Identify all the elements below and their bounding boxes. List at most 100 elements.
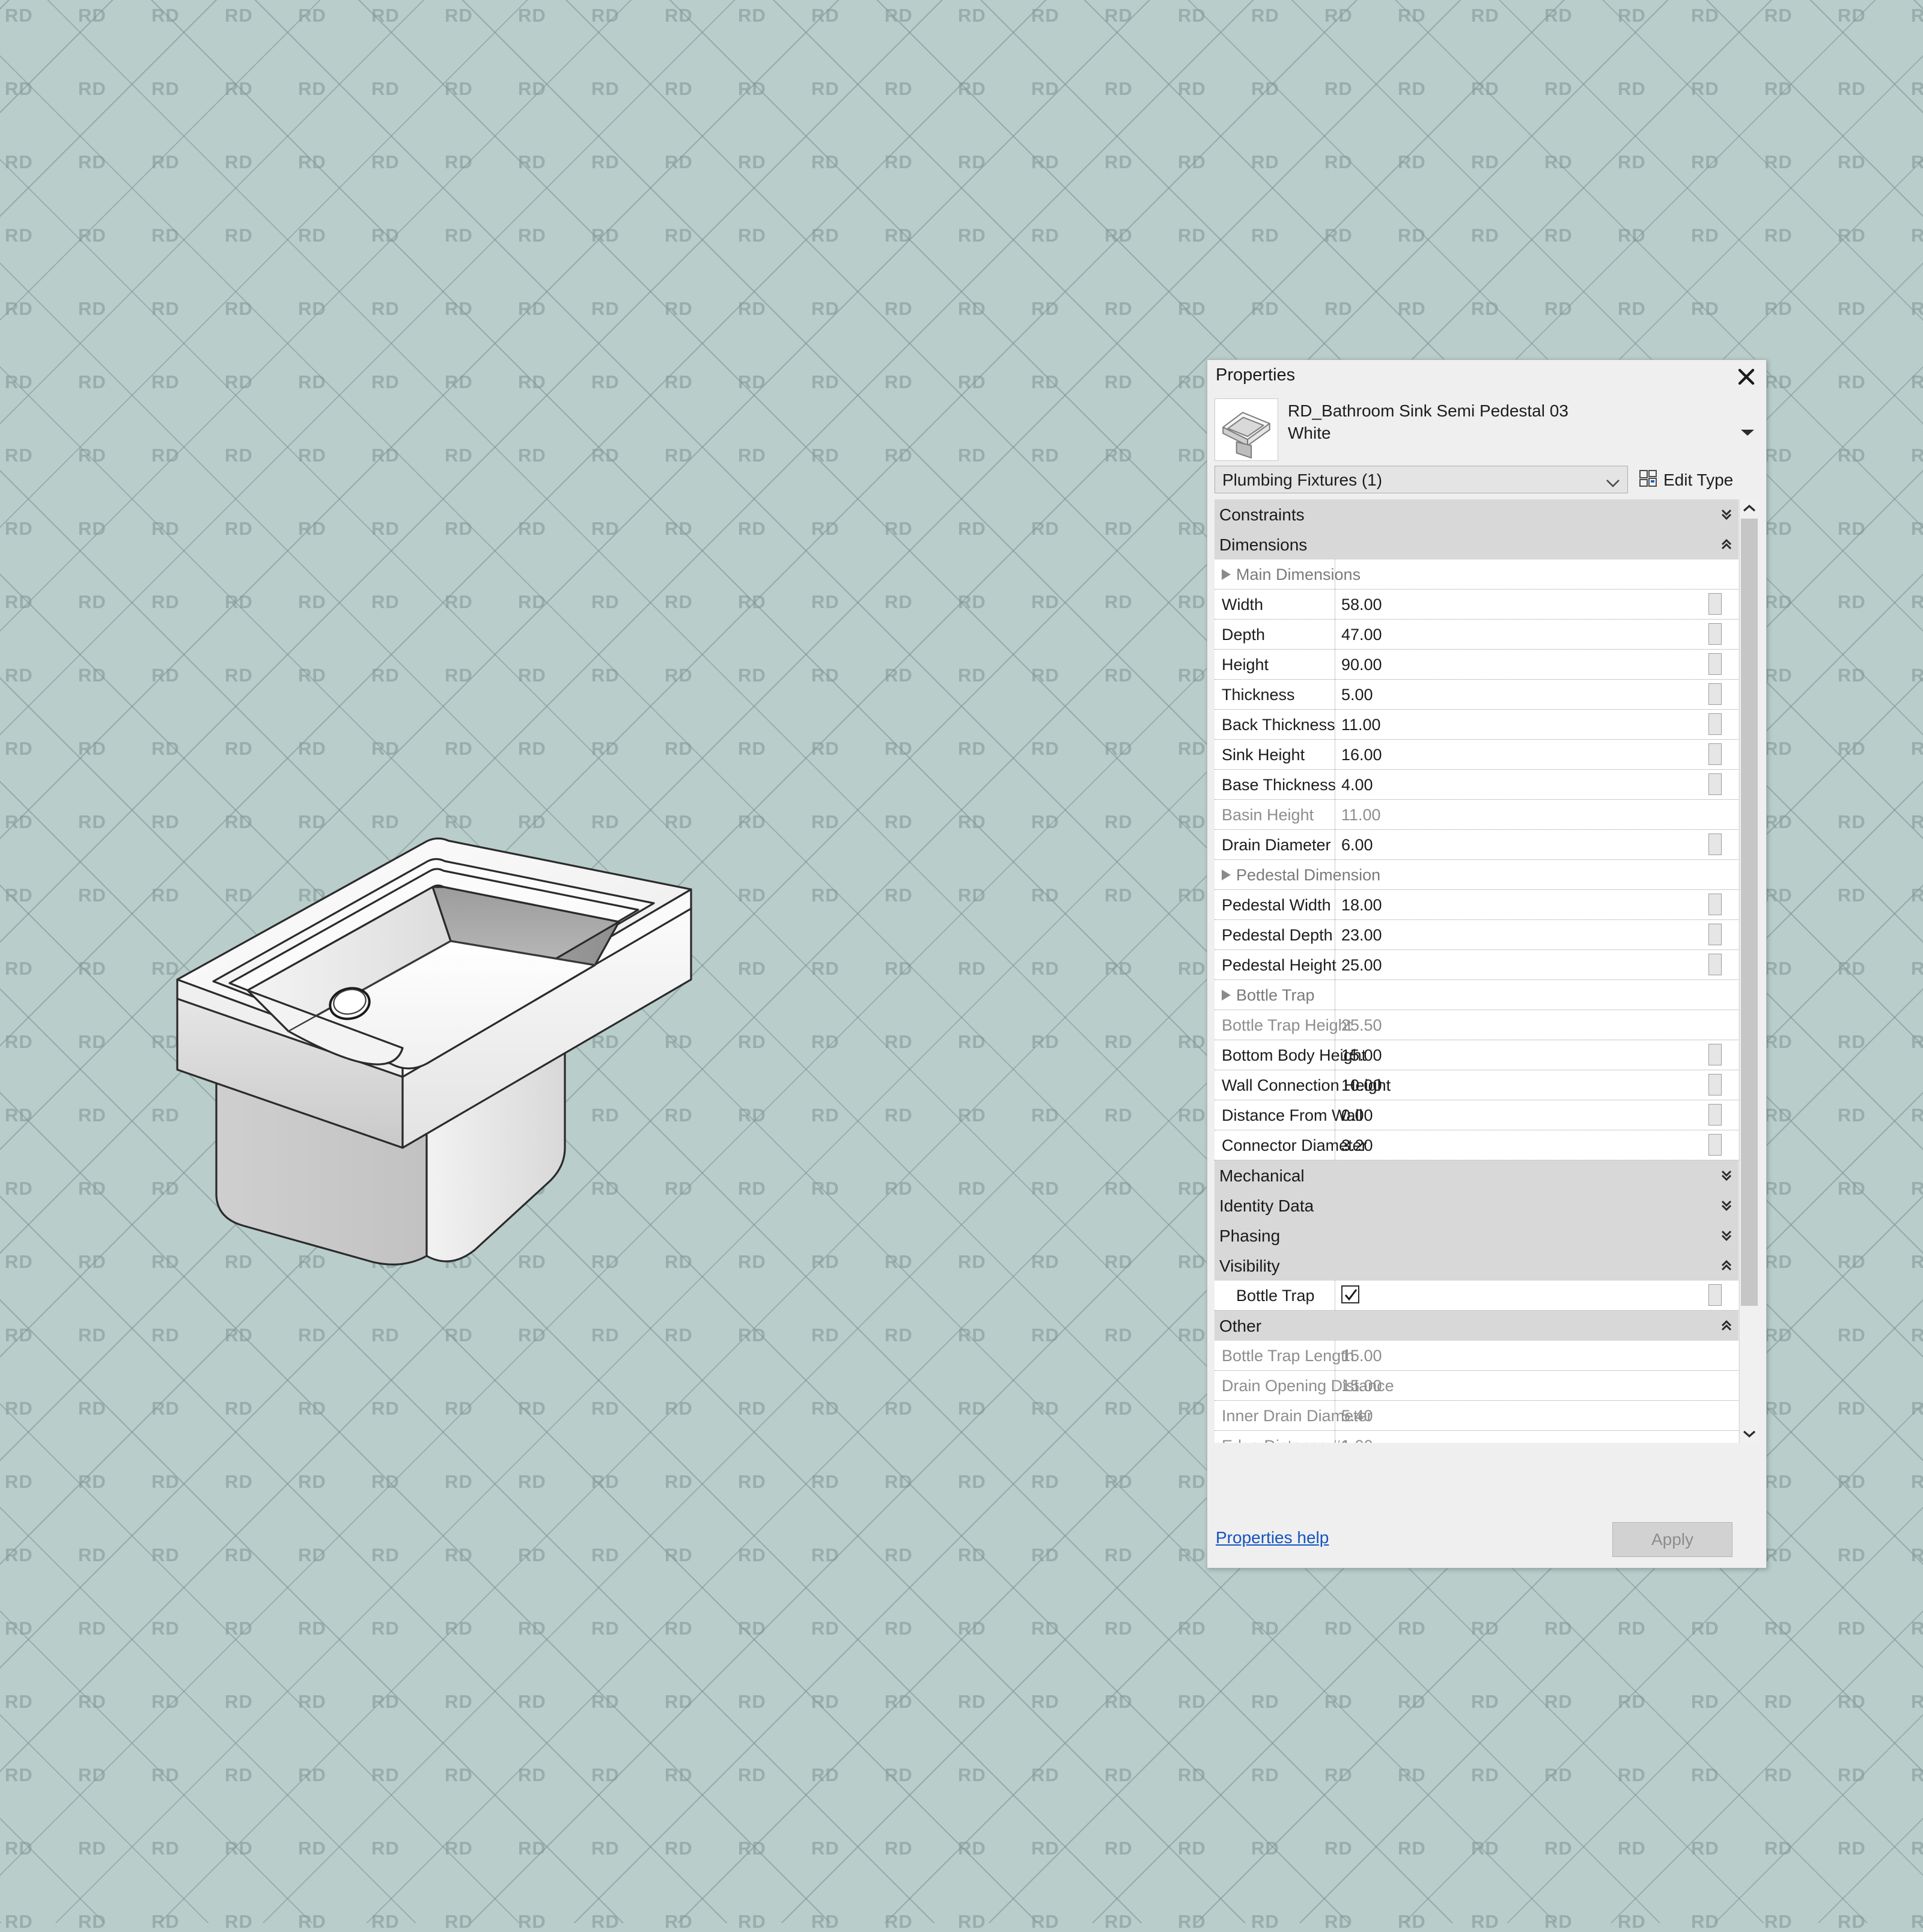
scroll-down-icon[interactable] xyxy=(1740,1425,1759,1443)
parameter-value: 15.00 xyxy=(1341,1046,1382,1064)
expand-triangle-icon[interactable] xyxy=(1222,569,1231,580)
properties-help-link[interactable]: Properties help xyxy=(1216,1528,1329,1547)
parameter-row: Bottle Trap Height 25.50 xyxy=(1214,1010,1739,1040)
caret-down-icon[interactable] xyxy=(1739,426,1757,439)
parameter-group-row[interactable]: Bottle Trap xyxy=(1214,980,1739,1010)
associate-parameter-button[interactable] xyxy=(1708,1104,1722,1126)
section-header-constraints[interactable]: Constraints xyxy=(1214,499,1739,529)
parameter-row[interactable]: Pedestal Width 18.00 xyxy=(1214,890,1739,920)
watermark-text: RD xyxy=(225,1398,253,1419)
sink-3d-model xyxy=(90,541,1112,1352)
watermark-text: RD xyxy=(78,298,106,319)
parameter-row[interactable]: Base Thickness 4.00 xyxy=(1214,770,1739,800)
parameter-row[interactable]: Back Thickness 11.00 xyxy=(1214,710,1739,740)
watermark-text: RD xyxy=(1178,811,1206,832)
edit-type-button[interactable]: Edit Type xyxy=(1639,467,1733,493)
associate-parameter-button[interactable] xyxy=(1708,743,1722,765)
parameter-value-cell[interactable]: 3.20 xyxy=(1335,1130,1723,1160)
parameter-row[interactable]: Depth 47.00 xyxy=(1214,620,1739,650)
parameter-group-row[interactable]: Main Dimensions xyxy=(1214,559,1739,590)
watermark-text: RD xyxy=(1105,151,1133,172)
scrollbar-thumb[interactable] xyxy=(1741,519,1758,1306)
parameter-value-cell[interactable]: 5.00 xyxy=(1335,680,1723,709)
watermark-text: RD xyxy=(1324,1911,1353,1932)
section-header-visibility[interactable]: Visibility xyxy=(1214,1251,1739,1281)
associate-parameter-button[interactable] xyxy=(1708,653,1722,675)
watermark-text: RD xyxy=(1764,1838,1793,1859)
parameter-value-cell[interactable]: 58.00 xyxy=(1335,590,1723,619)
parameter-row[interactable]: Height 90.00 xyxy=(1214,650,1739,680)
watermark-text: RD xyxy=(371,1691,400,1712)
parameter-scrollbar[interactable] xyxy=(1739,499,1759,1443)
watermark-text: RD xyxy=(958,1691,986,1712)
double-chevron-down-icon[interactable] xyxy=(1720,1198,1733,1216)
parameter-row[interactable]: Pedestal Depth 23.00 xyxy=(1214,920,1739,950)
parameter-row[interactable]: Pedestal Height 25.00 xyxy=(1214,950,1739,980)
parameter-row[interactable]: Connector Diameter 3.20 xyxy=(1214,1130,1739,1160)
associate-parameter-button[interactable] xyxy=(1708,683,1722,705)
associate-parameter-button[interactable] xyxy=(1708,894,1722,915)
associate-parameter-button[interactable] xyxy=(1708,1134,1722,1156)
associate-parameter-button[interactable] xyxy=(1708,713,1722,735)
parameter-value-cell[interactable]: 18.00 xyxy=(1335,890,1723,919)
parameter-value-cell[interactable]: 11.00 xyxy=(1335,710,1723,739)
watermark-text: RD xyxy=(1764,1251,1793,1272)
parameter-row[interactable]: Bottle Trap xyxy=(1214,1281,1739,1311)
section-header-mechanical[interactable]: Mechanical xyxy=(1214,1160,1739,1190)
watermark-text: RD xyxy=(738,151,766,172)
expand-triangle-icon[interactable] xyxy=(1222,990,1231,1001)
parameter-value-cell[interactable]: 10.00 xyxy=(1335,1070,1723,1100)
scroll-up-icon[interactable] xyxy=(1740,499,1759,517)
associate-parameter-button[interactable] xyxy=(1708,773,1722,795)
parameter-row[interactable]: Sink Height 16.00 xyxy=(1214,740,1739,770)
category-selector[interactable]: Plumbing Fixtures (1) xyxy=(1214,466,1628,493)
bottle-trap-checkbox[interactable] xyxy=(1341,1285,1359,1303)
parameter-row[interactable]: Drain Diameter 6.00 xyxy=(1214,830,1739,860)
parameter-value-cell[interactable]: 6.00 xyxy=(1335,830,1723,859)
associate-parameter-button[interactable] xyxy=(1708,954,1722,975)
parameter-group-row[interactable]: Pedestal Dimension xyxy=(1214,860,1739,890)
watermark-text: RD xyxy=(1838,591,1866,612)
parameter-value-cell[interactable]: 15.00 xyxy=(1335,1040,1723,1070)
section-header-dimensions[interactable]: Dimensions xyxy=(1214,529,1739,559)
section-header-other[interactable]: Other xyxy=(1214,1311,1739,1341)
associate-parameter-button[interactable] xyxy=(1708,924,1722,945)
associate-parameter-button[interactable] xyxy=(1708,1074,1722,1096)
parameter-row[interactable]: Thickness 5.00 xyxy=(1214,680,1739,710)
watermark-text: RD xyxy=(298,1764,326,1785)
watermark-text: RD xyxy=(445,445,473,466)
double-chevron-up-icon[interactable] xyxy=(1720,1258,1733,1276)
double-chevron-down-icon[interactable] xyxy=(1720,1228,1733,1246)
parameter-row[interactable]: Bottom Body Height 15.00 xyxy=(1214,1040,1739,1070)
parameter-row[interactable]: Width 58.00 xyxy=(1214,590,1739,620)
expand-triangle-icon[interactable] xyxy=(1222,870,1231,880)
double-chevron-down-icon[interactable] xyxy=(1720,1168,1733,1186)
parameter-value-cell[interactable]: 16.00 xyxy=(1335,740,1723,769)
apply-button[interactable]: Apply xyxy=(1612,1522,1733,1557)
parameter-value-cell[interactable]: 25.00 xyxy=(1335,950,1723,980)
parameter-value-cell[interactable] xyxy=(1335,1281,1723,1310)
section-header-phasing[interactable]: Phasing xyxy=(1214,1220,1739,1251)
associate-parameter-button[interactable] xyxy=(1708,623,1722,645)
double-chevron-up-icon[interactable] xyxy=(1720,1318,1733,1336)
parameter-value-cell[interactable]: 90.00 xyxy=(1335,650,1723,679)
section-header-identity-data[interactable]: Identity Data xyxy=(1214,1190,1739,1220)
parameter-value-cell[interactable]: 47.00 xyxy=(1335,620,1723,649)
associate-parameter-button[interactable] xyxy=(1708,593,1722,615)
double-chevron-up-icon[interactable] xyxy=(1720,537,1733,555)
associate-parameter-button[interactable] xyxy=(1708,1284,1722,1306)
parameter-value-cell[interactable]: 0.00 xyxy=(1335,1100,1723,1130)
associate-parameter-button[interactable] xyxy=(1708,833,1722,855)
parameter-row[interactable]: Distance From Wall 0.00 xyxy=(1214,1100,1739,1130)
watermark-text: RD xyxy=(1251,1618,1279,1639)
close-icon[interactable] xyxy=(1733,364,1760,390)
double-chevron-down-icon[interactable] xyxy=(1720,507,1733,525)
watermark-text: RD xyxy=(151,1544,180,1565)
properties-palette[interactable]: Properties RD_Bathroom Sink Semi Pedesta… xyxy=(1207,359,1767,1568)
parameter-value-cell[interactable]: 4.00 xyxy=(1335,770,1723,799)
watermark-text: RD xyxy=(958,1618,986,1639)
parameter-row[interactable]: Wall Connection Height 10.00 xyxy=(1214,1070,1739,1100)
associate-parameter-button[interactable] xyxy=(1708,1044,1722,1065)
watermark-text: RD xyxy=(5,885,33,906)
parameter-value-cell[interactable]: 23.00 xyxy=(1335,920,1723,949)
